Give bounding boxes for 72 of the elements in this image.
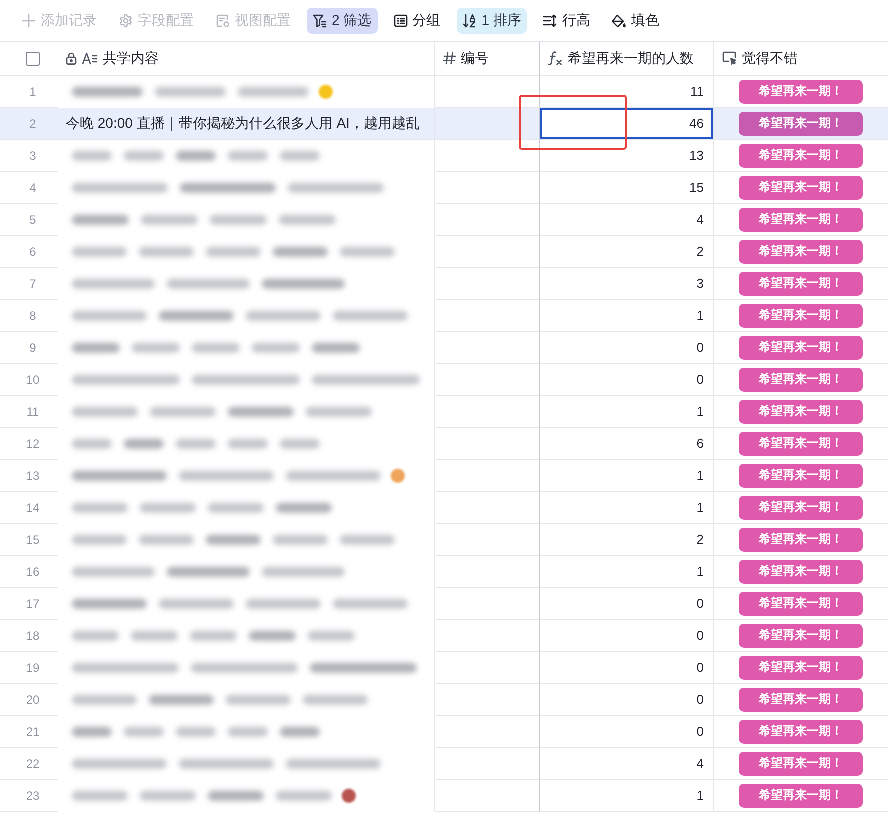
table-row[interactable]: 3 13 希望再来一期！ [0,140,888,172]
table-row[interactable]: 10 0 希望再来一期！ [0,364,888,396]
table-row[interactable]: 5 4 希望再来一期！ [0,204,888,236]
row-number: 8 [30,308,36,322]
number-cell[interactable]: 46 [540,108,714,140]
select-all-checkbox[interactable] [26,52,40,66]
table-row[interactable]: 9 0 希望再来一期！ [0,332,888,364]
hash-icon [443,52,456,65]
document-gear-icon [216,14,230,28]
row-number: 4 [30,180,36,194]
filter-icon [313,14,327,28]
row-number: 6 [30,244,36,258]
column-header[interactable]: 编号 [461,50,489,68]
text-field-icon [82,52,98,65]
table-row[interactable]: 1 11 希望再来一期！ [0,76,888,108]
row-number: 5 [30,212,36,226]
table-row[interactable]: 8 1 希望再来一期！ [0,300,888,332]
table-row[interactable]: 12 6 希望再来一期！ [0,428,888,460]
table-row[interactable]: 16 1 希望再来一期！ [0,556,888,588]
table-row[interactable]: 7 3 希望再来一期！ [0,268,888,300]
row-number: 13 [26,468,40,482]
row-number: 15 [26,532,40,546]
toolbar-button[interactable]: 分组 [388,8,447,34]
row-number: 16 [26,564,40,578]
row-number: 7 [30,276,36,290]
table-row[interactable]: 2 今晚 20:00 直播｜带你揭秘为什么很多人用 AI，越用越乱 46 希望再来一期！ [0,108,888,140]
table-row[interactable]: 19 0 希望再来一期！ [0,652,888,684]
record-title: 今晚 20:00 直播｜带你揭秘为什么很多人用 AI，越用越乱 [66,114,420,132]
toolbar-button[interactable]: 2 筛选 [307,8,378,34]
row-number: 10 [26,372,40,386]
row-number: 21 [26,724,40,738]
table-row[interactable]: 4 15 希望再来一期！ [0,172,888,204]
settings-icon [119,14,133,28]
vote-button[interactable]: 希望再来一期！ [739,112,863,136]
column-header[interactable]: 希望再来一期的人数 [568,50,694,68]
table-row[interactable]: 20 0 希望再来一期！ [0,684,888,716]
formula-icon [548,51,563,66]
paint-bucket-icon [612,14,626,28]
row-number: 1 [30,84,36,98]
toolbar-button[interactable]: 填色 [606,8,666,34]
table-row[interactable]: 11 1 希望再来一期！ [0,396,888,428]
table-row[interactable]: 13 1 希望再来一期！ [0,460,888,492]
plus-icon [22,14,36,28]
column-header[interactable]: 觉得不错 [742,50,798,68]
table-row[interactable]: 17 0 希望再来一期！ [0,588,888,620]
row-number: 9 [30,340,36,354]
toolbar-button[interactable]: 1 排序 [456,8,528,34]
number-cell[interactable]: 1 [540,780,714,812]
column-header[interactable]: 共学内容 [103,50,159,68]
row-number: 20 [26,692,40,706]
row-number: 19 [26,660,40,674]
row-number: 3 [30,148,36,162]
toolbar-button[interactable]: 行高 [537,8,596,34]
table-row[interactable]: 6 2 希望再来一期！ [0,236,888,268]
table-row[interactable]: 18 0 希望再来一期！ [0,620,888,652]
row-number: 12 [26,436,40,450]
row-number: 18 [26,628,40,642]
row-height-icon [543,14,558,28]
table-row[interactable]: 21 0 希望再来一期！ [0,716,888,748]
row-number: 17 [26,596,40,610]
table-row[interactable]: 22 4 希望再来一期！ [0,748,888,780]
sort-icon [462,14,477,28]
table-row[interactable]: 15 2 希望再来一期！ [0,524,888,556]
row-number: 23 [26,788,40,802]
cursor-box-icon [722,51,737,66]
table-row[interactable]: 14 1 希望再来一期！ [0,492,888,524]
row-number: 14 [26,500,40,514]
table-row[interactable]: 23 1 希望再来一期！ [0,780,888,812]
row-number: 2 [30,116,36,130]
row-number: 11 [26,404,40,418]
list-icon [394,14,408,28]
row-number: 22 [26,756,40,770]
